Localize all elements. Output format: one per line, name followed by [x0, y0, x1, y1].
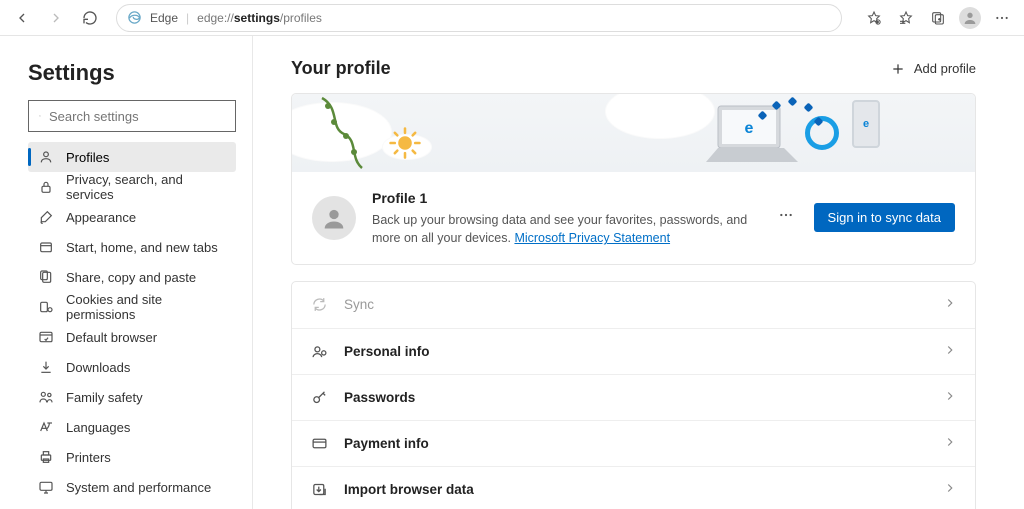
sync-icon — [310, 296, 328, 314]
page-title: Your profile — [291, 58, 391, 79]
forward-button[interactable] — [42, 4, 70, 32]
favorites-button[interactable] — [892, 4, 920, 32]
sidebar-item-label: Downloads — [66, 360, 130, 375]
sidebar-item-profiles[interactable]: Profiles — [28, 142, 236, 172]
row-import-browser-data[interactable]: Import browser data — [292, 466, 975, 509]
browser-toolbar: Edge | edge://settings/profiles — [0, 0, 1024, 36]
profile-avatar — [312, 196, 356, 240]
person-card-icon — [310, 342, 328, 360]
sync-dots-icon — [755, 96, 825, 136]
svg-text:e: e — [745, 120, 754, 137]
row-personal-info[interactable]: Personal info — [292, 328, 975, 374]
sidebar-item-system[interactable]: System and performance — [28, 472, 236, 502]
row-label: Passwords — [344, 390, 943, 405]
sidebar-item-languages[interactable]: Languages — [28, 412, 236, 442]
sidebar-item-printers[interactable]: Printers — [28, 442, 236, 472]
privacy-statement-link[interactable]: Microsoft Privacy Statement — [514, 231, 670, 245]
search-input-field[interactable] — [49, 109, 225, 124]
settings-sidebar: Settings Profiles Privacy, search, and s… — [0, 36, 253, 509]
download-icon — [38, 359, 54, 375]
sign-in-button[interactable]: Sign in to sync data — [814, 203, 955, 232]
profile-card: e e Profile 1 Back up your browsing data… — [291, 93, 976, 265]
sidebar-item-label: System and performance — [66, 480, 211, 495]
sidebar-item-start[interactable]: Start, home, and new tabs — [28, 232, 236, 262]
sidebar-item-label: Languages — [66, 420, 130, 435]
profile-banner: e e — [292, 94, 975, 172]
sidebar-item-label: Profiles — [66, 150, 109, 165]
brush-icon — [38, 209, 54, 225]
sidebar-item-label: Family safety — [66, 390, 143, 405]
row-payment-info[interactable]: Payment info — [292, 420, 975, 466]
row-label: Sync — [344, 297, 943, 312]
app-name-label: Edge — [150, 11, 178, 25]
row-sync: Sync — [292, 282, 975, 328]
add-profile-label: Add profile — [914, 61, 976, 76]
chevron-right-icon — [943, 481, 957, 498]
row-label: Import browser data — [344, 482, 943, 497]
profile-settings-list: Sync Personal info Passwords Payment inf… — [291, 281, 976, 509]
printer-icon — [38, 449, 54, 465]
person-icon — [320, 204, 348, 232]
sidebar-item-label: Appearance — [66, 210, 136, 225]
profile-more-button[interactable] — [774, 203, 798, 232]
row-passwords[interactable]: Passwords — [292, 374, 975, 420]
family-icon — [38, 389, 54, 405]
monitor-icon — [38, 479, 54, 495]
plus-icon — [890, 61, 906, 77]
address-bar[interactable]: Edge | edge://settings/profiles — [116, 4, 842, 32]
sidebar-item-family[interactable]: Family safety — [28, 382, 236, 412]
permissions-icon — [38, 299, 54, 315]
search-icon — [39, 109, 41, 123]
row-label: Payment info — [344, 436, 943, 451]
back-button[interactable] — [8, 4, 36, 32]
chevron-right-icon — [943, 389, 957, 406]
refresh-button[interactable] — [76, 4, 104, 32]
sidebar-item-cookies[interactable]: Cookies and site permissions — [28, 292, 236, 322]
sidebar-item-label: Start, home, and new tabs — [66, 240, 218, 255]
search-settings-input[interactable] — [28, 100, 236, 132]
chevron-right-icon — [943, 343, 957, 360]
url-text: edge://settings/profiles — [197, 11, 322, 25]
favorite-add-button[interactable] — [860, 4, 888, 32]
person-icon — [959, 7, 981, 29]
sidebar-item-label: Cookies and site permissions — [66, 292, 226, 322]
add-profile-button[interactable]: Add profile — [890, 61, 976, 77]
collections-button[interactable] — [924, 4, 952, 32]
import-icon — [310, 480, 328, 498]
chevron-right-icon — [943, 435, 957, 452]
sidebar-item-default-browser[interactable]: Default browser — [28, 322, 236, 352]
settings-main: Your profile Add profile — [253, 36, 1024, 509]
sun-icon — [388, 126, 422, 160]
tab-icon — [38, 239, 54, 255]
sidebar-item-downloads[interactable]: Downloads — [28, 352, 236, 382]
browser-icon — [38, 329, 54, 345]
person-icon — [38, 149, 54, 165]
separator: | — [186, 11, 189, 25]
more-menu-button[interactable] — [988, 4, 1016, 32]
settings-title: Settings — [28, 60, 236, 86]
profile-description: Profile 1 Back up your browsing data and… — [372, 188, 758, 248]
clipboard-icon — [38, 269, 54, 285]
sidebar-item-reset[interactable]: Reset settings — [28, 502, 236, 509]
language-icon — [38, 419, 54, 435]
lock-icon — [38, 179, 54, 195]
profile-name: Profile 1 — [372, 188, 758, 208]
sidebar-item-appearance[interactable]: Appearance — [28, 202, 236, 232]
phone-graphic: e — [852, 100, 880, 148]
key-icon — [310, 388, 328, 406]
sidebar-item-label: Privacy, search, and services — [66, 172, 226, 202]
sidebar-item-label: Default browser — [66, 330, 157, 345]
sidebar-item-share[interactable]: Share, copy and paste — [28, 262, 236, 292]
sidebar-item-label: Share, copy and paste — [66, 270, 196, 285]
vine-icon — [314, 96, 374, 170]
chevron-right-icon — [943, 296, 957, 313]
row-label: Personal info — [344, 344, 943, 359]
more-horizontal-icon — [778, 207, 794, 223]
edge-icon — [127, 10, 142, 25]
sidebar-item-privacy[interactable]: Privacy, search, and services — [28, 172, 236, 202]
profile-avatar-button[interactable] — [956, 4, 984, 32]
card-icon — [310, 434, 328, 452]
sidebar-item-label: Printers — [66, 450, 111, 465]
